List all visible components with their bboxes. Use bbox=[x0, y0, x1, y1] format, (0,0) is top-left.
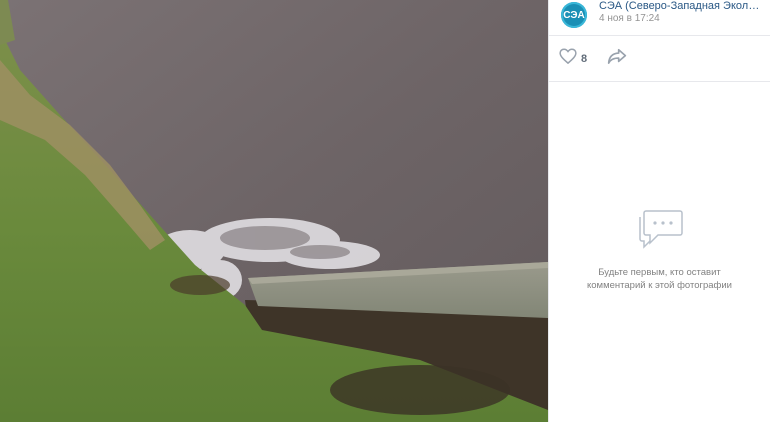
photo[interactable] bbox=[0, 0, 548, 422]
photo-viewer: СЭА СЭА (Северо-Западная Экологиче... 4 … bbox=[0, 0, 770, 422]
post-actions: 8 bbox=[549, 36, 770, 82]
post-header: СЭА СЭА (Северо-Западная Экологиче... 4 … bbox=[549, 0, 770, 36]
like-count: 8 bbox=[581, 52, 588, 65]
share-arrow-icon bbox=[607, 48, 627, 68]
photo-sidebar: СЭА СЭА (Северо-Западная Экологиче... 4 … bbox=[548, 0, 770, 422]
photo-image bbox=[0, 0, 548, 422]
comments-bubble-icon bbox=[636, 205, 684, 254]
share-button[interactable] bbox=[607, 48, 627, 69]
author-link[interactable]: СЭА (Северо-Западная Экологиче... bbox=[599, 0, 765, 12]
heart-icon bbox=[559, 48, 577, 69]
comments-empty-text: Будьте первым, кто оставит комментарий к… bbox=[587, 267, 732, 291]
post-date[interactable]: 4 ноя в 17:24 bbox=[599, 13, 660, 25]
avatar[interactable]: СЭА bbox=[561, 2, 587, 28]
like-button[interactable]: 8 bbox=[559, 48, 587, 69]
comments-empty: Будьте первым, кто оставит комментарий к… bbox=[549, 205, 770, 292]
